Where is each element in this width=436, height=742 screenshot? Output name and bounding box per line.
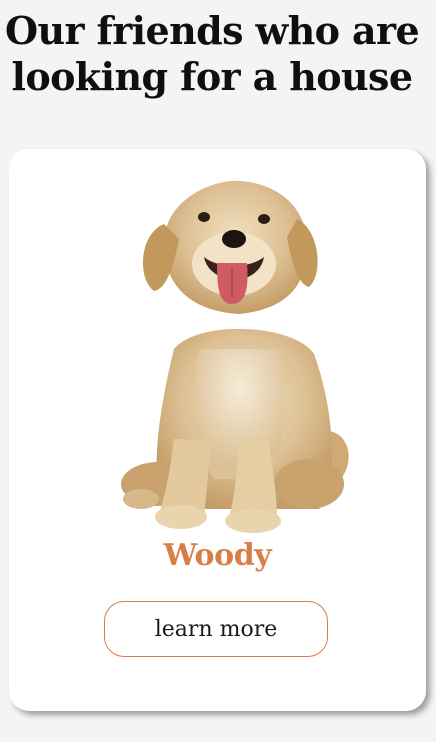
puppy-photo (121, 180, 349, 533)
page-title: Our friends who are looking for a house (4, 8, 420, 99)
pet-card: Woody learn more (9, 149, 426, 711)
learn-more-button[interactable]: learn more (104, 601, 328, 657)
pet-name: Woody (163, 538, 272, 573)
